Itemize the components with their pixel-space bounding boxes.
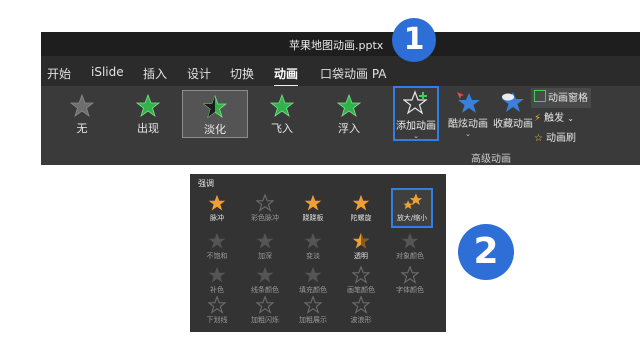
emphasis-underline[interactable]: 下划线 xyxy=(198,294,236,330)
emphasis-color-pulse[interactable]: 彩色脉冲 xyxy=(246,192,284,228)
star-gray-icon xyxy=(256,232,274,249)
star-gold-icon xyxy=(352,194,370,211)
star-gray-icon xyxy=(256,266,274,283)
star-green-icon xyxy=(136,94,160,118)
emphasis-label: 加粗闪烁 xyxy=(251,316,279,324)
animation-fade[interactable]: 淡化 xyxy=(182,90,248,138)
emphasis-pulse[interactable]: 脉冲 xyxy=(198,192,236,228)
chevron-down-icon: ⌄ xyxy=(465,130,471,138)
emphasis-label: 下划线 xyxy=(206,316,228,324)
gallery-header: 强调 xyxy=(198,179,214,188)
step-badge-2: 2 xyxy=(458,224,514,280)
advanced-animation-group-label: 高级动画 xyxy=(471,154,511,165)
animation-panel: 无 出现 淡化 飞入 浮入 添加动画 ⌄ 酷炫动画 ⌄ 收藏动画 动画窗格 ⚡ … xyxy=(41,86,640,165)
step-badge-1: 1 xyxy=(392,18,436,62)
star-half-gold-icon xyxy=(352,232,370,249)
animation-fly-in[interactable]: 飞入 xyxy=(249,90,315,138)
tab-islide[interactable]: iSlide xyxy=(91,65,124,79)
star-outline-icon xyxy=(256,194,274,212)
emphasis-label: 跷跷板 xyxy=(302,214,324,222)
star-gray-icon xyxy=(208,232,226,249)
emphasis-bold-flash[interactable]: 加粗闪烁 xyxy=(246,294,284,330)
emphasis-label: 字体颜色 xyxy=(396,286,424,294)
lightning-icon: ⚡ xyxy=(534,113,542,124)
tab-pocket-animation[interactable]: 口袋动画 PA xyxy=(320,65,387,82)
star-outline-icon xyxy=(352,266,370,284)
star-green-icon xyxy=(270,94,294,118)
ribbon: 苹果地图动画.pptx ▾ 开始 iSlide 插入 设计 切换 动画 口袋动画… xyxy=(41,32,640,165)
chevron-down-icon: ⌄ xyxy=(567,114,574,123)
animation-float-in[interactable]: 浮入 xyxy=(316,90,382,138)
emphasis-label: 对象颜色 xyxy=(396,252,424,260)
star-brush-icon: ☆ xyxy=(534,133,543,144)
animation-pane-label: 动画窗格 xyxy=(548,93,588,104)
emphasis-lighten[interactable]: 变淡 xyxy=(294,230,332,266)
star-green-icon xyxy=(337,94,361,118)
star-grow-icon xyxy=(403,193,423,210)
star-add-icon xyxy=(403,90,428,115)
emphasis-label: 脉冲 xyxy=(210,214,224,222)
emphasis-label: 加深 xyxy=(258,252,272,260)
star-cursor-icon xyxy=(457,92,480,113)
trigger-button[interactable]: ⚡ 触发 ⌄ xyxy=(531,108,577,128)
star-green-half-icon xyxy=(203,95,227,119)
emphasis-label: 放大/缩小 xyxy=(396,214,428,222)
star-outline-icon xyxy=(208,296,226,314)
animation-none[interactable]: 无 xyxy=(49,90,115,138)
emphasis-label: 透明 xyxy=(354,252,368,260)
emphasis-transparency[interactable]: 透明 xyxy=(342,230,380,266)
star-gray-icon xyxy=(304,266,322,283)
emphasis-gallery: 强调 脉冲 彩色脉冲 跷跷板 陀螺旋 放大/缩小 不饱和 加深 变淡 透明 对象… xyxy=(190,174,446,332)
tab-design[interactable]: 设计 xyxy=(187,65,211,82)
window-title: 苹果地图动画.pptx xyxy=(289,39,384,52)
star-gray-icon xyxy=(208,266,226,283)
star-gold-icon xyxy=(304,194,322,211)
emphasis-object-color[interactable]: 对象颜色 xyxy=(391,230,429,266)
emphasis-spin[interactable]: 陀螺旋 xyxy=(342,192,380,228)
animation-appear[interactable]: 出现 xyxy=(115,90,181,138)
star-outline-icon xyxy=(352,296,370,314)
emphasis-wave[interactable]: 波浪形 xyxy=(342,294,380,330)
emphasis-font-color[interactable]: 字体颜色 xyxy=(391,264,429,300)
star-outline-icon xyxy=(256,296,274,314)
star-gray-icon xyxy=(304,232,322,249)
tab-home[interactable]: 开始 xyxy=(47,65,71,82)
emphasis-label: 波浪形 xyxy=(350,316,372,324)
animation-pane-button[interactable]: 动画窗格 xyxy=(531,88,591,108)
pane-icon xyxy=(534,90,546,102)
emphasis-grow-shrink[interactable]: 放大/缩小 xyxy=(391,188,433,228)
title-bar: 苹果地图动画.pptx ▾ xyxy=(41,32,640,56)
tab-insert[interactable]: 插入 xyxy=(143,65,167,82)
star-cloud-icon xyxy=(502,92,524,112)
emphasis-label: 陀螺旋 xyxy=(350,214,372,222)
emphasis-bold-reveal[interactable]: 加粗展示 xyxy=(294,294,332,330)
ribbon-tabs: 开始 iSlide 插入 设计 切换 动画 口袋动画 PA xyxy=(41,56,640,87)
emphasis-label: 加粗展示 xyxy=(299,316,327,324)
animation-painter-label: 动画刷 xyxy=(545,133,576,144)
star-gray-icon xyxy=(401,232,419,249)
emphasis-label: 不饱和 xyxy=(206,252,228,260)
star-outline-icon xyxy=(304,296,322,314)
animation-label: 飞入 xyxy=(271,122,293,135)
emphasis-desaturate[interactable]: 不饱和 xyxy=(198,230,236,266)
add-animation-label: 添加动画 xyxy=(396,121,436,132)
emphasis-darken[interactable]: 加深 xyxy=(246,230,284,266)
tab-animations[interactable]: 动画 xyxy=(274,65,299,87)
tab-transitions[interactable]: 切换 xyxy=(230,65,254,82)
animation-label: 无 xyxy=(76,122,88,135)
animation-label: 浮入 xyxy=(338,122,360,135)
animation-painter-button[interactable]: ☆ 动画刷 xyxy=(531,128,579,148)
add-animation-button[interactable]: 添加动画 ⌄ xyxy=(393,86,439,141)
emphasis-label: 变淡 xyxy=(306,252,320,260)
emphasis-label: 彩色脉冲 xyxy=(251,214,279,222)
star-outline-icon xyxy=(401,266,419,284)
animation-label: 淡化 xyxy=(204,123,226,136)
star-gray-icon xyxy=(70,94,94,118)
emphasis-teeter[interactable]: 跷跷板 xyxy=(294,192,332,228)
animation-label: 出现 xyxy=(137,122,159,135)
trigger-label: 触发 xyxy=(544,113,565,124)
star-gold-icon xyxy=(208,194,226,211)
chevron-down-icon: ⌄ xyxy=(413,132,419,140)
